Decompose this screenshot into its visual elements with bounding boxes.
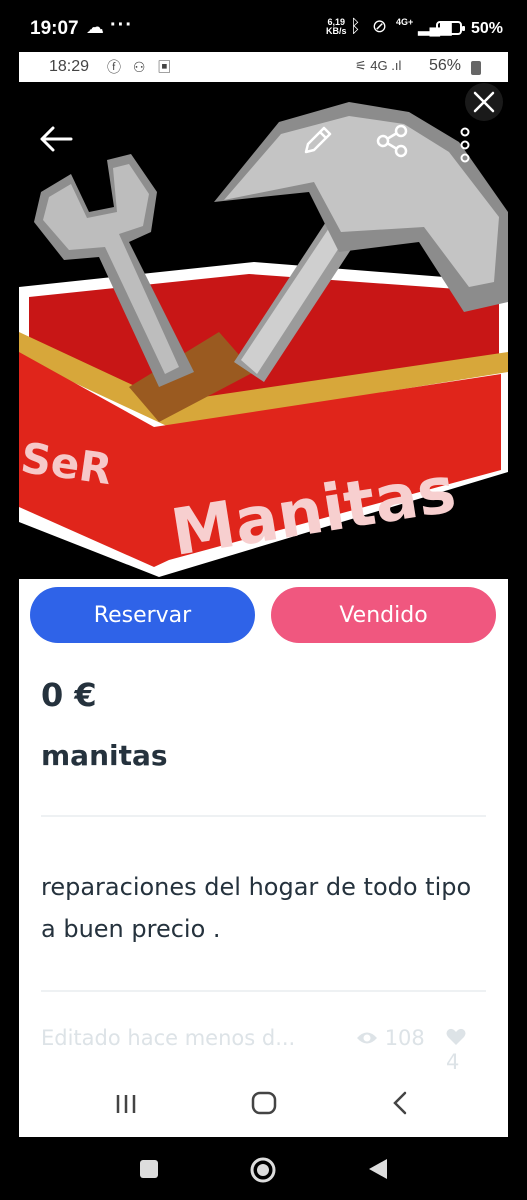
recents-button[interactable] <box>114 1089 138 1122</box>
more-vertical-icon <box>460 127 470 163</box>
back-arrow-icon <box>40 126 73 152</box>
notification-icons: ⓕ ⚇ ▣ <box>107 59 176 75</box>
eye-icon <box>357 1032 377 1044</box>
triangle-back-icon <box>369 1159 387 1179</box>
outer-status-bar: 19:07 ☁ ··· 6,19 KB/s ᛒ ⊘ 4G+ ▂▄▆ 50% <box>0 0 527 54</box>
battery-icon <box>436 21 465 35</box>
inner-navigation-bar <box>19 1075 508 1137</box>
toolbox-illustration: SeR Manitas <box>19 102 508 577</box>
battery-percent: 50% <box>471 20 504 37</box>
inner-battery-percent: 56% <box>429 57 462 74</box>
likes-value: 4 <box>446 1050 460 1074</box>
outer-recents-button[interactable] <box>139 1159 159 1183</box>
pencil-icon <box>304 126 332 154</box>
outer-navigation-bar <box>0 1137 527 1200</box>
more-notifications-icon: ··· <box>110 14 133 36</box>
network-speed: 6,19 KB/s <box>326 18 347 36</box>
bluetooth-icon: ᛒ <box>350 16 361 36</box>
network-type: 4G+ <box>396 17 414 27</box>
cloud-icon: ☁ <box>86 17 104 37</box>
link-icon: ⊘ <box>372 16 388 36</box>
divider <box>41 990 486 992</box>
price: 0 € <box>41 676 97 714</box>
share-icon <box>376 124 408 158</box>
recents-icon <box>116 1095 136 1113</box>
close-icon <box>465 83 503 121</box>
speed-unit: KB/s <box>326 26 347 36</box>
edited-time: Editado hace menos d... <box>41 1026 296 1050</box>
square-icon <box>140 1160 158 1178</box>
divider <box>41 815 486 817</box>
status-time: 19:07 <box>30 18 79 39</box>
heart-icon <box>446 1028 466 1045</box>
outer-home-button[interactable] <box>249 1156 277 1188</box>
inner-status-bar: 18:29 ⓕ ⚇ ▣ ⚟ 4G .ıl 56% <box>19 52 508 82</box>
views-count: 108 <box>356 1026 425 1050</box>
inner-network: ⚟ 4G .ıl <box>355 58 402 73</box>
listing-description: reparaciones del hogar de todo tipo a bu… <box>41 873 472 943</box>
home-button[interactable] <box>251 1089 277 1122</box>
reserve-button[interactable]: Reservar <box>30 587 255 643</box>
circle-home-icon <box>250 1157 276 1183</box>
outer-back-button[interactable] <box>367 1157 389 1185</box>
back-nav-button[interactable] <box>391 1089 409 1122</box>
inner-network-type: 4G <box>370 58 388 73</box>
inner-battery-icon <box>471 61 481 75</box>
views-value: 108 <box>384 1026 425 1050</box>
inner-status-time: 18:29 <box>49 58 90 75</box>
sold-button[interactable]: Vendido <box>271 587 496 643</box>
likes-count: 4 <box>446 1026 486 1074</box>
chevron-left-icon <box>393 1091 407 1115</box>
listing-title: manitas <box>41 739 168 772</box>
listing-image[interactable]: SeR Manitas <box>19 82 508 579</box>
inner-screenshot: 18:29 ⓕ ⚇ ▣ ⚟ 4G .ıl 56% SeR Manitas Res… <box>19 52 508 1137</box>
home-icon <box>251 1091 277 1115</box>
